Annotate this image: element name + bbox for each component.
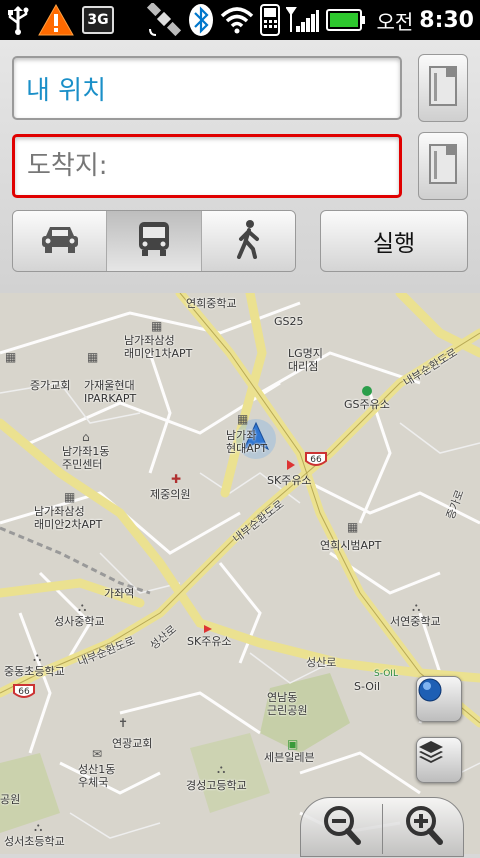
walking-icon xyxy=(233,219,263,263)
directions-panel: 실행 xyxy=(0,40,480,293)
satellite-gps-icon xyxy=(146,3,182,37)
map-label: S-Oil xyxy=(354,680,381,693)
warning-icon xyxy=(38,4,74,36)
map-label: 연희중학교 xyxy=(186,297,237,310)
battery-icon xyxy=(326,8,366,32)
travel-mode-selector xyxy=(12,210,296,272)
zoom-out-button[interactable] xyxy=(301,798,383,858)
map-label: 연남동 근린공원 xyxy=(267,691,308,717)
map-label: 성서초등학교 xyxy=(4,835,65,848)
school-icon: ⛬ xyxy=(33,650,42,664)
status-bar: 3G 오전 8:30 xyxy=(0,0,480,40)
clinic-icon: ✚ xyxy=(171,472,182,486)
svg-text:66: 66 xyxy=(18,687,30,697)
zoom-in-button[interactable] xyxy=(383,798,465,858)
map-label: 세븐일레븐 xyxy=(264,751,315,764)
contact-card-icon xyxy=(428,65,458,111)
route-shield-66-b: 66 xyxy=(13,684,35,698)
convenience-store-icon: ▣ xyxy=(287,737,299,751)
school-icon: ⛬ xyxy=(34,820,43,834)
map-label: GS주유소 xyxy=(344,398,390,411)
bus-icon xyxy=(136,220,172,262)
map-label: 가재울현대 IPARKAPT xyxy=(84,379,137,405)
map-label: S-OIL xyxy=(374,669,398,679)
destination-input[interactable] xyxy=(27,137,387,195)
map-label: 공원 xyxy=(0,793,21,806)
map-label: 가좌역 xyxy=(104,587,135,600)
map-label: SK주유소 xyxy=(267,474,312,487)
zoom-out-icon xyxy=(322,804,362,852)
zoom-controls xyxy=(300,797,464,857)
go-button[interactable]: 실행 xyxy=(320,210,468,272)
destination-field[interactable] xyxy=(12,134,402,198)
car-icon xyxy=(40,224,80,258)
usb-icon xyxy=(6,5,30,35)
map-view[interactable]: 66 66 ▦ ▦ ▦ ⌂ ▦ ✚ ▦ ▦ ⛬ ⛬ ⛬ ✝ ✉ ▣ ⛬ ⛬ 연희… xyxy=(0,293,480,854)
community-center-icon: ⌂ xyxy=(82,430,90,444)
phone-icon xyxy=(260,4,281,36)
bluetooth-icon xyxy=(188,3,214,37)
church-icon: ✝ xyxy=(118,716,129,730)
map-label: SK주유소 xyxy=(187,635,232,648)
3g-data-icon: 3G xyxy=(82,6,114,34)
mode-car-button[interactable] xyxy=(13,211,108,271)
map-label: 남가좌1동 주민센터 xyxy=(62,445,110,471)
building-icon: ▦ xyxy=(347,520,359,534)
map-label: GS25 xyxy=(274,315,304,328)
mode-walk-button[interactable] xyxy=(201,211,295,271)
map-label: 성사중학교 xyxy=(54,615,105,628)
zoom-in-icon xyxy=(404,804,444,852)
route-shield-66-a: 66 xyxy=(305,452,327,466)
map-label: 서연중학교 xyxy=(390,615,441,628)
map-label: 중동초등학교 xyxy=(4,665,65,678)
destination-contact-button[interactable] xyxy=(418,132,468,200)
clock-time: 8:30 xyxy=(419,7,474,33)
map-label: LG명지 대리점 xyxy=(288,347,323,373)
start-contact-button[interactable] xyxy=(418,54,468,122)
contact-card-icon xyxy=(428,143,458,189)
map-label: 연광교회 xyxy=(112,737,153,750)
school-icon: ⛬ xyxy=(78,600,87,614)
map-label: 남가좌 현대APT xyxy=(226,429,268,455)
status-notifications: 3G xyxy=(6,2,114,38)
map-label: 연희시범APT xyxy=(320,539,382,552)
layers-button[interactable] xyxy=(416,737,462,783)
school-icon: ⛬ xyxy=(217,762,226,776)
map-label: 경성고등학교 xyxy=(186,779,247,792)
post-office-icon: ✉ xyxy=(92,747,103,761)
map-label: 제중의원 xyxy=(150,488,191,501)
clock-ampm: 오전 xyxy=(376,9,414,34)
building-icon: ▦ xyxy=(64,490,76,504)
building-icon: ▦ xyxy=(237,412,249,426)
svg-text:66: 66 xyxy=(310,455,322,465)
my-location-button[interactable] xyxy=(416,676,462,722)
school-icon: ⛬ xyxy=(412,600,421,614)
mode-transit-button[interactable] xyxy=(107,211,202,271)
map-label: 남가좌삼성 래미안2차APT xyxy=(34,505,103,531)
building-icon: ▦ xyxy=(5,350,17,364)
status-indicators: 오전 8:30 xyxy=(146,2,474,38)
start-location-input[interactable] xyxy=(26,58,386,118)
map-label: 남가좌삼성 래미안1차APT xyxy=(124,334,193,360)
phone-signal-icon xyxy=(286,6,320,34)
map-label: 증가교회 xyxy=(30,379,71,392)
map-label: 성산1동 우체국 xyxy=(78,763,116,789)
wifi-icon xyxy=(220,6,254,34)
building-icon: ▦ xyxy=(151,319,163,333)
building-icon: ▦ xyxy=(87,350,99,364)
start-location-field[interactable] xyxy=(12,56,402,120)
map-road-label: 성산로 xyxy=(306,656,337,669)
